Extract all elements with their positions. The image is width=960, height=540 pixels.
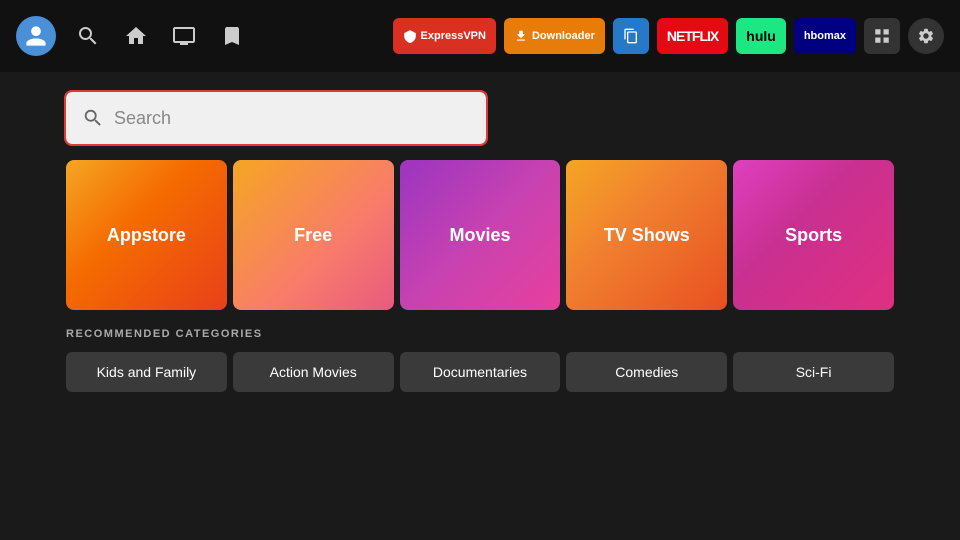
search-box[interactable]: Search [66,92,486,144]
netflix-badge[interactable]: NETFLIX [657,18,728,54]
tile-movies[interactable]: Movies [400,160,561,310]
category-pills: Kids and Family Action Movies Documentar… [66,352,894,392]
search-section: Search [0,72,960,160]
hbomax-badge[interactable]: hbomax [794,18,856,54]
filelinked-badge[interactable] [613,18,649,54]
search-nav-icon[interactable] [72,20,104,52]
grid-view-button[interactable] [864,18,900,54]
pill-kids-and-family[interactable]: Kids and Family [66,352,227,392]
top-navigation: ExpressVPN Downloader NETFLIX hulu hboma… [0,0,960,72]
hulu-badge[interactable]: hulu [736,18,786,54]
tile-sports[interactable]: Sports [733,160,894,310]
nav-left [16,16,248,56]
expressvpn-badge[interactable]: ExpressVPN [393,18,496,54]
category-tiles: Appstore Free Movies TV Shows Sports [0,160,960,310]
tile-appstore[interactable]: Appstore [66,160,227,310]
nav-right: ExpressVPN Downloader NETFLIX hulu hboma… [393,18,944,54]
pill-scifi[interactable]: Sci-Fi [733,352,894,392]
tile-tvshows[interactable]: TV Shows [566,160,727,310]
recommended-section: RECOMMENDED CATEGORIES Kids and Family A… [0,310,960,392]
user-avatar[interactable] [16,16,56,56]
recommended-title: RECOMMENDED CATEGORIES [66,328,894,340]
tile-free[interactable]: Free [233,160,394,310]
search-placeholder: Search [114,108,171,129]
pill-documentaries[interactable]: Documentaries [400,352,561,392]
settings-button[interactable] [908,18,944,54]
downloader-badge[interactable]: Downloader [504,18,605,54]
pill-action-movies[interactable]: Action Movies [233,352,394,392]
search-icon [82,107,104,129]
tv-icon[interactable] [168,20,200,52]
bookmark-icon[interactable] [216,20,248,52]
pill-comedies[interactable]: Comedies [566,352,727,392]
home-icon[interactable] [120,20,152,52]
